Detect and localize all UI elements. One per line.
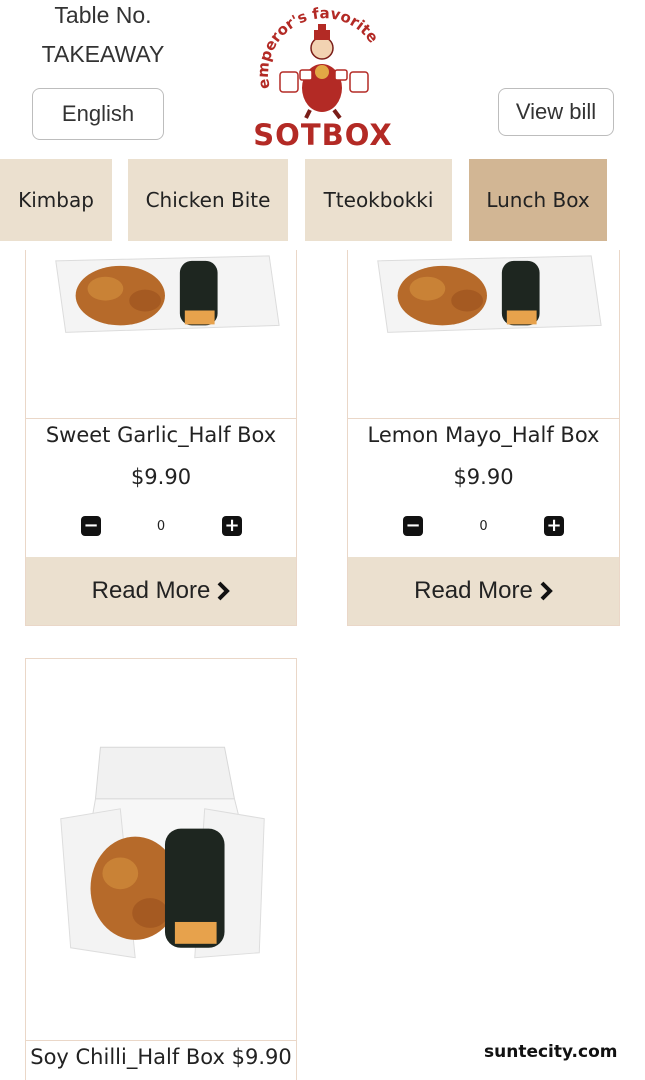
plus-square-icon[interactable]: + [222, 516, 242, 536]
read-more-label: Read More [414, 577, 533, 604]
product-caption: Soy Chilli_Half Box $9.90 [26, 1045, 296, 1069]
tab-lunch-box[interactable]: Lunch Box [469, 159, 607, 241]
read-more-button[interactable]: Read More [26, 557, 296, 625]
product-name: Lemon Mayo_Half Box [367, 423, 600, 447]
product-name: Soy Chilli_Half Box [30, 1045, 225, 1069]
view-bill-button[interactable]: View bill [498, 88, 614, 136]
logo-brand: SOTBOX [253, 118, 393, 152]
read-more-label: Read More [91, 577, 211, 604]
table-label: Table No. [54, 2, 152, 28]
tab-chicken-bite[interactable]: Chicken Bite [128, 159, 288, 241]
product-card: Soy Chilli_Half Box $9.90 [25, 658, 297, 1080]
quantity-stepper: − 0 + [348, 513, 619, 541]
tab-tteokbokki[interactable]: Tteokbokki [305, 159, 452, 241]
category-tabs: Kimbap Chicken Bite Tteokbokki Lunch Box [0, 158, 645, 250]
watermark: suntecity.com [484, 1042, 618, 1062]
quantity-value: 0 [156, 519, 166, 534]
logo-emblem: emperor's favorite [254, 4, 382, 120]
sotbox-logo: emperor's favorite SOTBOX [250, 0, 396, 156]
table-value: TAKEAWAY [41, 41, 165, 67]
product-card: Lemon Mayo_Half Box $9.90 − 0 + Read Mor… [347, 200, 620, 626]
read-more-button[interactable]: Read More [348, 557, 619, 625]
plus-square-icon[interactable]: + [544, 516, 564, 536]
quantity-stepper: − 0 + [26, 513, 296, 541]
product-name: Sweet Garlic_Half Box [45, 423, 277, 447]
product-photo[interactable] [26, 659, 296, 1041]
product-price: $9.90 [453, 465, 514, 489]
lunch-box-image [60, 746, 265, 959]
product-card: Sweet Garlic_Half Box $9.90 − 0 + Read M… [25, 200, 297, 626]
chevron-right-icon [540, 581, 553, 601]
product-price: $9.90 [130, 465, 192, 489]
tab-kimbap[interactable]: Kimbap [0, 159, 112, 241]
chevron-right-icon [217, 581, 231, 601]
product-price: $9.90 [231, 1045, 292, 1069]
header: Table No. TAKEAWAY English emperor's fav… [0, 0, 645, 158]
language-button[interactable]: English [32, 88, 164, 140]
quantity-value: 0 [479, 519, 488, 534]
